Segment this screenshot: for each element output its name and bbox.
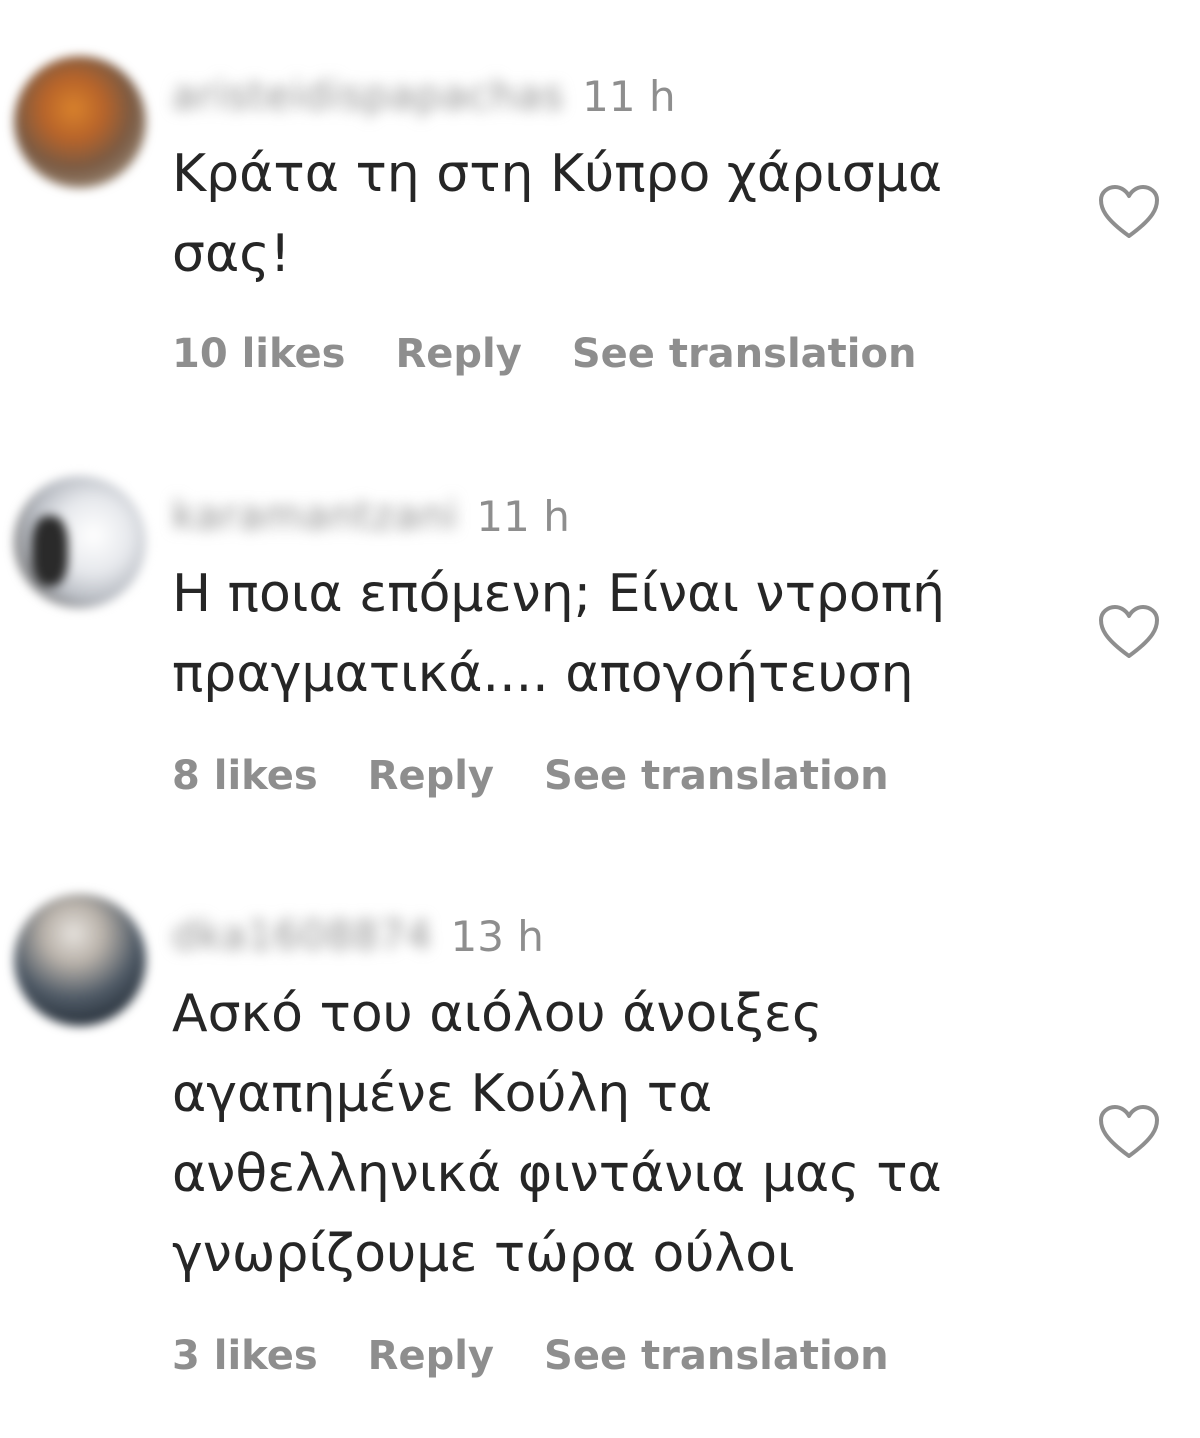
comment-meta: karamantzani 11 h [172, 486, 570, 546]
likes-count[interactable]: 8 likes [172, 753, 318, 799]
comment-text: Κράτα τη στη Κύπρο χάρισμα σας! [172, 144, 943, 284]
comment-actions: 3 likes Reply See translation [172, 1326, 939, 1386]
comment-actions: 10 likes Reply See translation [172, 324, 966, 384]
username[interactable]: dka1608874 [172, 913, 433, 959]
avatar[interactable] [14, 476, 146, 608]
avatar[interactable] [14, 56, 146, 188]
heart-icon[interactable] [1098, 184, 1160, 240]
comment-text: Ασκό του αιόλου άνοιξες αγαπημένε Κούλη … [172, 984, 942, 1284]
comment-text: Η ποια επόμενη; Είναι ντροπή πραγματικά.… [172, 564, 945, 704]
reply-button[interactable]: Reply [368, 753, 494, 799]
comment-meta: aristeidispapachas 11 h [172, 66, 676, 126]
heart-icon[interactable] [1098, 604, 1160, 660]
likes-count[interactable]: 10 likes [172, 331, 345, 377]
comment-actions: 8 likes Reply See translation [172, 746, 939, 806]
see-translation-button[interactable]: See translation [544, 753, 889, 799]
timestamp[interactable]: 13 h [451, 912, 544, 961]
username[interactable]: karamantzani [172, 493, 458, 539]
timestamp[interactable]: 11 h [582, 72, 675, 121]
reply-button[interactable]: Reply [368, 1333, 494, 1379]
reply-button[interactable]: Reply [395, 331, 521, 377]
timestamp[interactable]: 11 h [476, 492, 569, 541]
heart-icon[interactable] [1098, 1104, 1160, 1160]
username[interactable]: aristeidispapachas [172, 73, 564, 119]
see-translation-button[interactable]: See translation [544, 1333, 889, 1379]
comment-meta: dka1608874 13 h [172, 906, 544, 966]
see-translation-button[interactable]: See translation [572, 331, 917, 377]
avatar[interactable] [14, 894, 146, 1026]
likes-count[interactable]: 3 likes [172, 1333, 318, 1379]
